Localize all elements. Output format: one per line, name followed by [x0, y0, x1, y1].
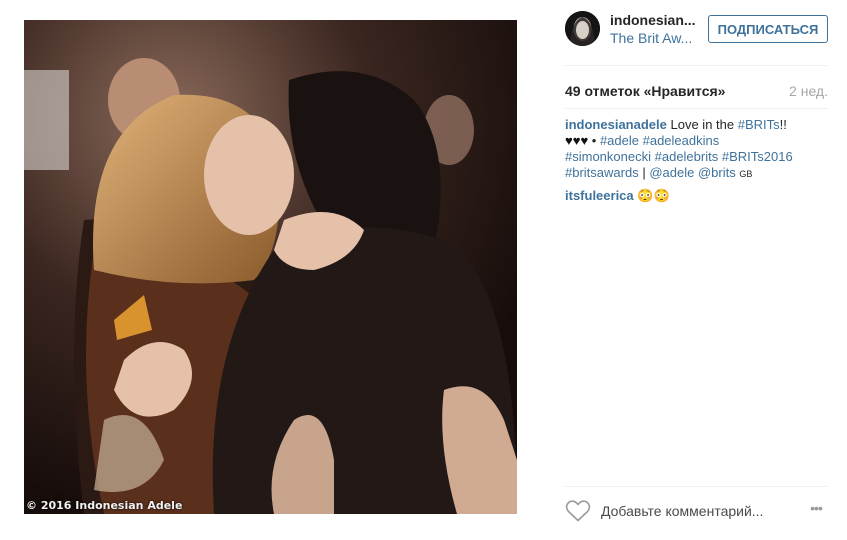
stats-row: 49 отметок «Нравится» 2 нед.	[565, 83, 828, 99]
hashtag-adeleadkins[interactable]: #adeleadkins	[643, 133, 720, 148]
avatar[interactable]	[565, 11, 600, 46]
post-photo[interactable]: © 2016 Indonesian Adele	[24, 20, 517, 514]
header-divider	[565, 65, 828, 66]
hashtag-brits[interactable]: #BRITs	[738, 117, 780, 132]
mention-adele[interactable]: @adele	[649, 165, 694, 180]
caption-separator: |	[638, 165, 650, 180]
caption-username[interactable]: indonesianadele	[565, 117, 667, 132]
post-time[interactable]: 2 нед.	[789, 83, 828, 99]
likes-count[interactable]: 49 отметок «Нравится»	[565, 83, 725, 99]
comments-list: indonesianadele Love in the #BRITs!! ♥♥♥…	[565, 117, 828, 210]
hashtag-adele[interactable]: #adele	[600, 133, 639, 148]
user-info: indonesian... The Brit Aw...	[610, 12, 720, 47]
location-link[interactable]: The Brit Aw...	[610, 29, 720, 47]
caption-gb: GB	[739, 169, 753, 179]
caption-text-suffix: !!	[779, 117, 787, 132]
username[interactable]: indonesian...	[610, 12, 720, 29]
photo-watermark: © 2016 Indonesian Adele	[26, 499, 183, 512]
like-button[interactable]	[565, 499, 591, 523]
comment-item: itsfuleerica 😳😳	[565, 188, 828, 204]
caption-dot: •	[588, 133, 600, 148]
follow-button[interactable]: ПОДПИСАТЬСЯ	[708, 15, 828, 43]
hashtag-britsawards[interactable]: #britsawards	[565, 165, 639, 180]
footer-divider	[565, 486, 828, 487]
add-comment-input[interactable]	[601, 501, 791, 521]
caption-text-prefix: Love in the	[670, 117, 738, 132]
post-sidebar: indonesian... The Brit Aw... ПОДПИСАТЬСЯ…	[565, 0, 830, 540]
post-image	[24, 20, 517, 514]
comment-bar: •••	[565, 497, 828, 525]
comment-username[interactable]: itsfuleerica	[565, 188, 634, 203]
avatar-image	[565, 11, 600, 46]
heart-icon	[565, 500, 591, 522]
caption: indonesianadele Love in the #BRITs!! ♥♥♥…	[565, 117, 828, 182]
hashtag-adelebrits[interactable]: #adelebrits	[655, 149, 719, 164]
stats-divider	[565, 108, 828, 109]
hashtag-brits2016[interactable]: #BRITs2016	[722, 149, 793, 164]
mention-brits[interactable]: @brits	[698, 165, 736, 180]
comment-text: 😳😳	[637, 188, 670, 203]
hashtag-simonkonecki[interactable]: #simonkonecki	[565, 149, 651, 164]
hearts-emoji: ♥♥♥	[565, 133, 589, 148]
more-options-icon[interactable]: •••	[804, 500, 828, 520]
